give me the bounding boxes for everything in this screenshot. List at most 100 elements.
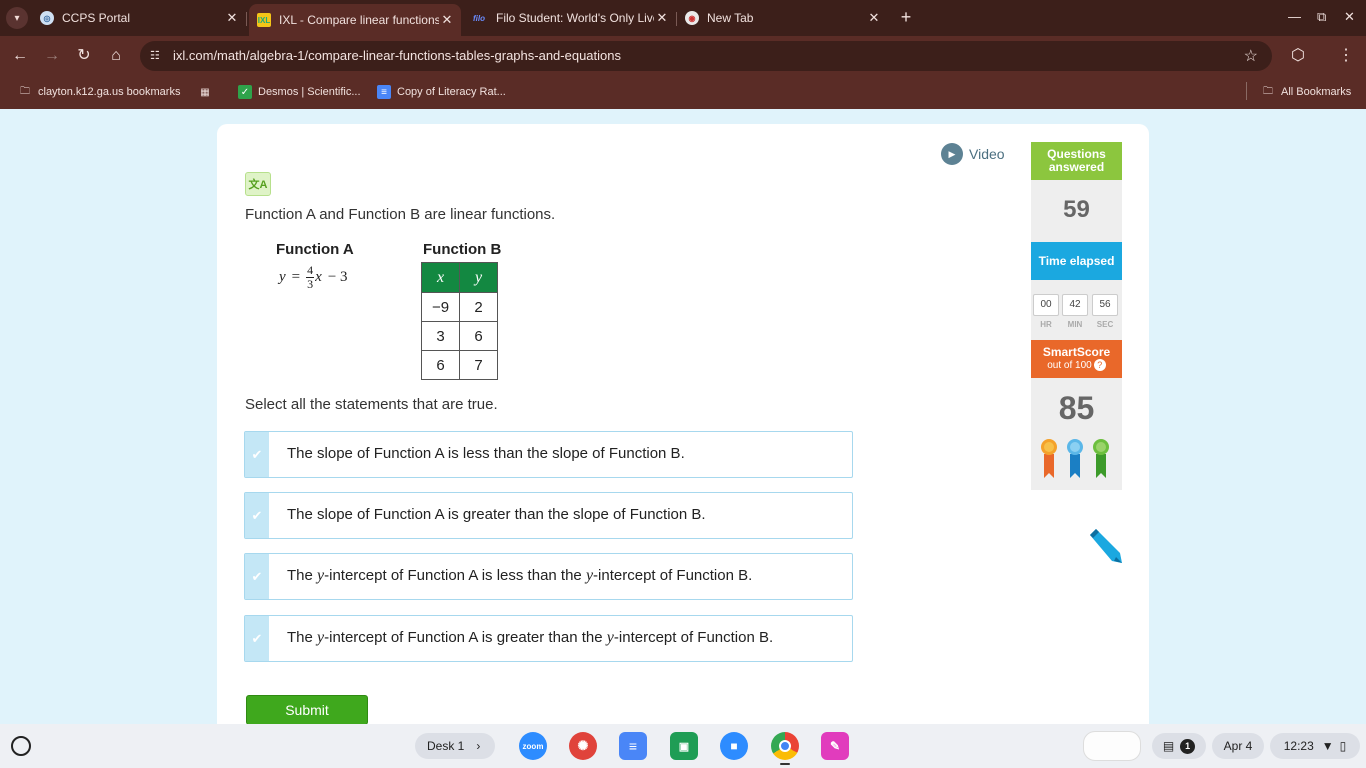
questions-answered-label: Questions answered (1047, 147, 1106, 174)
equation-x: x (315, 269, 322, 285)
smartscore-sublabel: out of 100? (1031, 359, 1122, 372)
tab-title: Filo Student: World's Only Live (496, 11, 654, 25)
table-cell: 2 (459, 292, 498, 322)
tab-ccps-portal[interactable]: ◎ CCPS Portal ✕ (40, 4, 240, 32)
help-icon[interactable]: ? (1093, 359, 1106, 371)
questions-answered-value: 59 (1063, 196, 1090, 223)
bookmark-star-icon[interactable]: ☆ (1244, 46, 1258, 66)
filo-favicon-icon: filo (473, 13, 485, 23)
close-window-icon[interactable]: ✕ (1344, 9, 1355, 25)
bookmark-desmos[interactable]: ✓ Desmos | Scientific... (238, 83, 361, 101)
answer-option-2[interactable]: ✔ The slope of Function A is greater tha… (244, 492, 853, 539)
date-tray[interactable]: Apr 4 (1212, 733, 1264, 759)
bookmark-clayton[interactable]: 🗀 clayton.k12.ga.us bookmarks (18, 83, 180, 101)
close-tab-icon[interactable]: ✕ (224, 10, 240, 26)
zoom-video-app-icon[interactable]: ■ (720, 732, 748, 760)
grid-icon: ▦ (200, 86, 210, 98)
tab-filo[interactable]: filo Filo Student: World's Only Live ✕ (470, 4, 670, 32)
address-bar[interactable]: ☷ ixl.com/math/algebra-1/compare-linear-… (140, 41, 1272, 71)
checkbox-icon[interactable]: ✔ (245, 493, 269, 538)
tab-new-tab[interactable]: ◉ New Tab ✕ (685, 4, 882, 32)
table-row: 6 7 (421, 350, 498, 380)
restore-icon[interactable]: ⧉ (1317, 9, 1326, 25)
close-tab-icon[interactable]: ✕ (439, 12, 455, 28)
questions-answered-header: Questions answered (1031, 142, 1122, 180)
video-label: Video (969, 146, 1005, 162)
battery-icon: ▯ (1339, 739, 1347, 753)
checkbox-icon[interactable]: ✔ (245, 432, 269, 477)
notification-tray[interactable]: ▤ 1 (1152, 733, 1206, 759)
home-icon[interactable]: ⌂ (106, 46, 126, 66)
forward-icon[interactable]: → (42, 46, 62, 66)
checkbox-icon[interactable]: ✔ (245, 554, 269, 599)
checkbox-icon[interactable]: ✔ (245, 616, 269, 661)
equation-y: y (279, 269, 286, 285)
option-text: The slope of Function A is less than the… (287, 445, 685, 462)
slope-fraction: 4 3 (306, 264, 315, 291)
apps-grid-icon[interactable]: ▦ (198, 83, 218, 101)
url-text[interactable]: ixl.com/math/algebra-1/compare-linear-fu… (173, 48, 621, 63)
option-var: y (606, 629, 614, 646)
chrome-app-icon[interactable] (771, 732, 799, 760)
date-text: Apr 4 (1223, 739, 1253, 753)
bookmark-label: Copy of Literacy Rat... (397, 86, 506, 98)
smartscore-sub-text: out of 100 (1047, 360, 1092, 371)
option-text: The y-intercept of Function A is less th… (287, 567, 752, 585)
back-icon[interactable]: ← (10, 46, 30, 66)
all-bookmarks[interactable]: 🗀 All Bookmarks (1261, 83, 1351, 101)
holding-space-thumbnail[interactable] (1083, 731, 1141, 761)
instruction-text: Select all the statements that are true. (245, 396, 498, 413)
desk-label: Desk 1 (427, 739, 465, 753)
canvas-app-icon[interactable]: ✺ (569, 732, 597, 760)
answer-option-3[interactable]: ✔ The y-intercept of Function A is less … (244, 553, 853, 600)
function-b-table: x y −9 2 3 6 6 7 (421, 262, 498, 380)
new-tab-button[interactable]: + (897, 6, 915, 28)
status-tray[interactable]: 12:23 ▼ ▯ (1270, 733, 1360, 759)
smartscore-label: SmartScore (1042, 345, 1111, 359)
time-elapsed-header: Time elapsed (1031, 242, 1122, 280)
orange-ribbon-icon (1041, 439, 1057, 478)
zoom-app-icon[interactable]: zoom (519, 732, 547, 760)
chrome-menu-icon[interactable]: ⋮ (1336, 46, 1356, 66)
desk-switcher[interactable]: Desk 1 › (415, 733, 495, 759)
timer-minutes: 42 (1062, 294, 1088, 316)
reload-icon[interactable]: ↻ (74, 46, 94, 66)
close-tab-icon[interactable]: ✕ (654, 10, 670, 26)
timer-hours-label: HR (1040, 320, 1052, 329)
scratchpad-pencil-icon[interactable] (1086, 527, 1124, 565)
wifi-icon: ▼ (1321, 739, 1334, 753)
tab-search-button[interactable]: ▾ (6, 7, 28, 29)
launcher-icon[interactable] (11, 736, 31, 756)
timer-minutes-label: MIN (1067, 320, 1083, 329)
site-info-icon[interactable]: ☷ (150, 49, 164, 63)
jamboard-app-icon[interactable]: ✎ (821, 732, 849, 760)
bookmarks-divider (1246, 82, 1247, 100)
time-elapsed-label: Time elapsed (1038, 253, 1115, 268)
extensions-icon[interactable]: ⬡ (1288, 46, 1308, 66)
tab-strip: ▾ ◎ CCPS Portal ✕ IXL IXL - Compare line… (0, 0, 1366, 36)
answer-option-1[interactable]: ✔ The slope of Function A is less than t… (244, 431, 853, 478)
bookmark-literacy[interactable]: ≡ Copy of Literacy Rat... (377, 83, 506, 101)
submit-button[interactable]: Submit (246, 695, 368, 725)
chevron-right-icon: › (476, 739, 481, 753)
option-text-part: -intercept of Function B. (593, 567, 753, 584)
tab-ixl[interactable]: IXL IXL - Compare linear functions ✕ (249, 4, 461, 36)
classroom-app-icon[interactable]: ▣ (670, 732, 698, 760)
video-link[interactable]: ▶ Video (941, 143, 1005, 165)
docs-app-icon[interactable]: ≡ (619, 732, 647, 760)
timer-seconds: 56 (1092, 294, 1118, 316)
table-cell: 6 (459, 321, 498, 351)
smartscore-value: 85 (1058, 390, 1095, 426)
table-row: 3 6 (421, 321, 498, 351)
translate-icon[interactable]: 文A (245, 172, 271, 196)
option-text-part: The slope of Function A is greater than … (287, 506, 706, 523)
answer-option-4[interactable]: ✔ The y-intercept of Function A is great… (244, 615, 853, 662)
clipboard-icon: ▤ (1162, 739, 1175, 753)
fraction-denominator: 3 (307, 277, 314, 291)
minimize-icon[interactable]: — (1288, 9, 1301, 24)
option-var: y (585, 567, 594, 584)
close-tab-icon[interactable]: ✕ (866, 10, 882, 26)
timer-seconds-label: SEC (1096, 320, 1114, 329)
option-text-part: -intercept of Function B. (613, 629, 774, 646)
table-cell: 6 (421, 350, 460, 380)
